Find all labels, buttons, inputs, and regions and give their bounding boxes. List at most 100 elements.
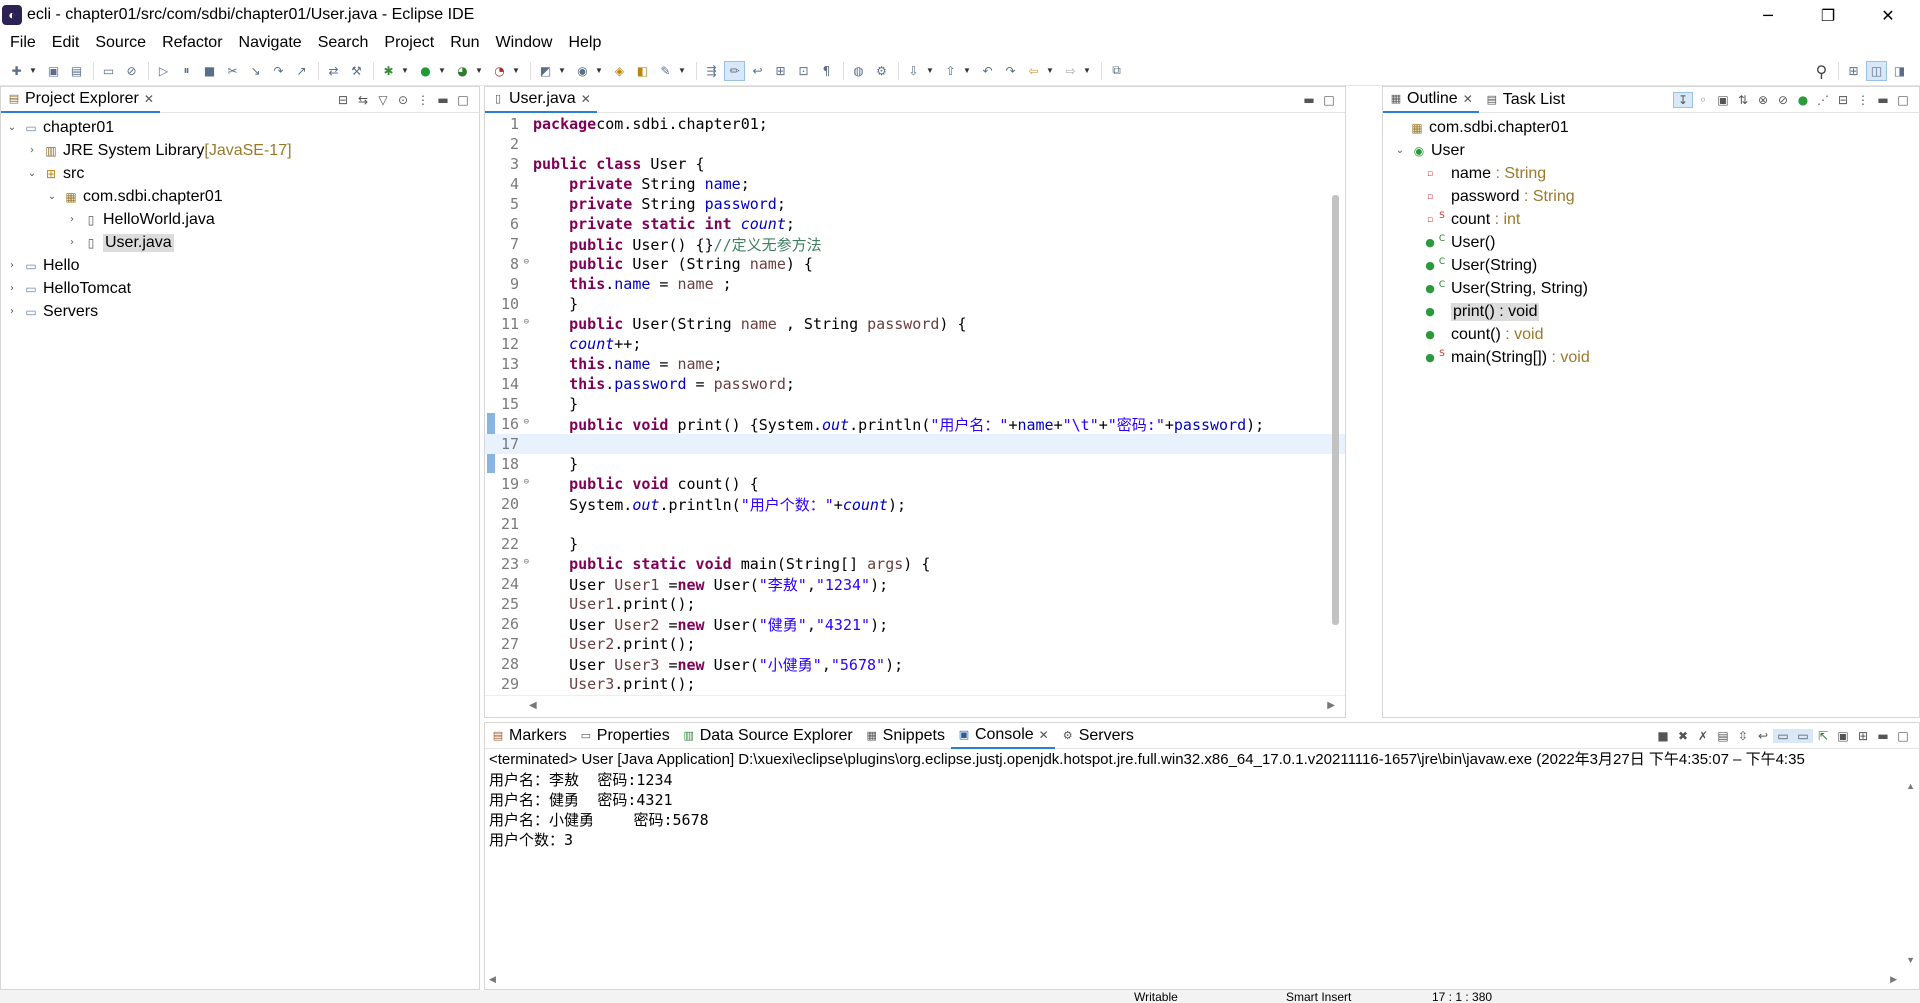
- remove-all-icon[interactable]: ✗: [1693, 729, 1713, 743]
- view-menu-icon[interactable]: ⋮: [1853, 93, 1873, 107]
- chevron-right-icon[interactable]: ›: [65, 237, 79, 248]
- show-on-stderr-icon[interactable]: ▭: [1793, 729, 1813, 743]
- scroll-right-icon[interactable]: ▶: [1327, 700, 1335, 711]
- view-menu-icon[interactable]: ⋮: [413, 93, 433, 107]
- code-line[interactable]: 9 this.name = name ;: [485, 274, 1345, 294]
- code-line[interactable]: 27 User2.print();: [485, 634, 1345, 654]
- outline-package[interactable]: ▦ com.sdbi.chapter01: [1383, 116, 1919, 139]
- java-ee-perspective-icon[interactable]: ◫: [1866, 61, 1887, 81]
- minimize-view-icon[interactable]: ▬: [1299, 93, 1319, 107]
- horizontal-scrollbar[interactable]: ◀ ▶: [485, 695, 1345, 717]
- debug-icon[interactable]: ✱: [378, 61, 399, 81]
- outline-member[interactable]: ● C User(String): [1383, 254, 1919, 277]
- new-icon[interactable]: ✚: [6, 61, 27, 81]
- close-icon[interactable]: ✕: [581, 92, 591, 106]
- server-icon[interactable]: ⚙: [871, 61, 892, 81]
- outline-member[interactable]: ▫ name : String: [1383, 162, 1919, 185]
- menu-refactor[interactable]: Refactor: [154, 30, 230, 56]
- tree-item[interactable]: › ▭ HelloTomcat: [1, 277, 479, 300]
- menu-file[interactable]: File: [2, 30, 44, 56]
- menu-navigate[interactable]: Navigate: [231, 30, 310, 56]
- code-line[interactable]: 4 private String name;: [485, 174, 1345, 194]
- code-line[interactable]: 19 ⊖ public void count() {: [485, 474, 1345, 494]
- tree-item[interactable]: ⌄ ▭ chapter01: [1, 116, 479, 139]
- maximize-view-icon[interactable]: □: [1319, 93, 1339, 107]
- tree-item[interactable]: ⌄ ⊞ src: [1, 162, 479, 185]
- web-browser-icon[interactable]: ◍: [848, 61, 869, 81]
- tree-item[interactable]: › ▥ JRE System Library [JavaSE-17]: [1, 139, 479, 162]
- refresh-icon[interactable]: ⇄: [323, 61, 344, 81]
- collapse-all-icon[interactable]: ⊟: [333, 93, 353, 107]
- filter-icon[interactable]: ⊘: [1773, 93, 1793, 107]
- open-task-icon[interactable]: ◧: [632, 61, 653, 81]
- fold-icon[interactable]: ⊖: [524, 317, 529, 327]
- outline-member[interactable]: ● C User(String, String): [1383, 277, 1919, 300]
- tab-project-explorer[interactable]: ▤ Project Explorer ✕: [1, 87, 160, 113]
- pilcrow-icon[interactable]: ¶: [816, 61, 837, 81]
- fold-icon[interactable]: ⊖: [524, 257, 529, 267]
- scroll-down-icon[interactable]: ▼: [1906, 955, 1915, 965]
- maximize-button[interactable]: ❐: [1800, 0, 1856, 30]
- filter-icon[interactable]: ▽: [373, 93, 393, 107]
- scroll-left-icon[interactable]: ◀: [489, 974, 496, 985]
- menu-edit[interactable]: Edit: [44, 30, 88, 56]
- word-wrap-icon[interactable]: ↩: [1753, 729, 1773, 743]
- open-perspective-icon[interactable]: ⊞: [1843, 61, 1864, 81]
- tree-item[interactable]: › ▯ HelloWorld.java: [1, 208, 479, 231]
- new-console-icon[interactable]: ⊞: [1853, 729, 1873, 743]
- scroll-up-icon[interactable]: ▲: [1906, 781, 1915, 791]
- outline-class[interactable]: ⌄ ◉ User: [1383, 139, 1919, 162]
- outline-member[interactable]: ● C User(): [1383, 231, 1919, 254]
- chevron-down-icon[interactable]: ⌄: [5, 122, 19, 133]
- word-wrap-icon[interactable]: ↩: [747, 61, 768, 81]
- java-perspective-icon[interactable]: ◨: [1889, 61, 1910, 81]
- minimize-button[interactable]: ─: [1740, 0, 1796, 30]
- code-line[interactable]: 1 packagecom.sdbi.chapter01;: [485, 114, 1345, 134]
- toggle-breadcrumb-icon[interactable]: ⇶: [701, 61, 722, 81]
- vertical-scrollbar[interactable]: [1332, 195, 1339, 625]
- code-line[interactable]: 17: [485, 434, 1345, 454]
- forward-dropdown-icon[interactable]: ▼: [1083, 66, 1093, 75]
- remove-launch-icon[interactable]: ✖: [1673, 729, 1693, 743]
- pin-console-icon[interactable]: ⇱: [1813, 729, 1833, 743]
- outline-member[interactable]: ● count() : void: [1383, 323, 1919, 346]
- resume-icon[interactable]: ▷: [153, 61, 174, 81]
- skip-breakpoints-icon[interactable]: ⊘: [121, 61, 142, 81]
- prev-annotation-dropdown-icon[interactable]: ▼: [963, 66, 973, 75]
- maximize-view-icon[interactable]: □: [1893, 729, 1913, 743]
- collapse-icon[interactable]: ⊟: [1833, 93, 1853, 107]
- show-whitespace-icon[interactable]: ⊡: [793, 61, 814, 81]
- search-icon[interactable]: ⚲: [1811, 61, 1832, 81]
- chevron-down-icon[interactable]: ⌄: [45, 191, 59, 202]
- chevron-right-icon[interactable]: ›: [5, 260, 19, 271]
- tab-servers[interactable]: ⚙ Servers: [1055, 723, 1140, 749]
- chevron-right-icon[interactable]: ›: [65, 214, 79, 225]
- close-icon[interactable]: ✕: [1039, 728, 1049, 742]
- build-icon[interactable]: ⚒: [346, 61, 367, 81]
- forward-icon[interactable]: ⇨: [1060, 61, 1081, 81]
- chevron-down-icon[interactable]: ⌄: [1393, 145, 1407, 156]
- close-window-button[interactable]: ✕: [1860, 0, 1916, 30]
- code-line[interactable]: 21: [485, 514, 1345, 534]
- save-all-icon[interactable]: ▤: [66, 61, 87, 81]
- menu-run[interactable]: Run: [442, 30, 487, 56]
- tab-markers[interactable]: ▤ Markers: [485, 723, 573, 749]
- run-dropdown-icon[interactable]: ▼: [438, 66, 448, 75]
- menu-search[interactable]: Search: [310, 30, 377, 56]
- outline-member[interactable]: ● Smain(String[]) : void: [1383, 346, 1919, 369]
- close-icon[interactable]: ✕: [144, 92, 154, 106]
- minimize-view-icon[interactable]: ▬: [1873, 729, 1893, 743]
- fold-icon[interactable]: ⊖: [524, 417, 529, 427]
- code-line[interactable]: 26 User User2 =new User("健勇","4321");: [485, 614, 1345, 634]
- tab-data-source-explorer[interactable]: ▥ Data Source Explorer: [676, 723, 859, 749]
- display-console-icon[interactable]: ▣: [1833, 729, 1853, 743]
- tab-outline[interactable]: ▦ Outline ✕: [1383, 87, 1479, 113]
- last-edit-icon[interactable]: ↶: [977, 61, 998, 81]
- code-line[interactable]: 28 User User3 =new User("小健勇","5678");: [485, 654, 1345, 674]
- scroll-left-icon[interactable]: ◀: [529, 700, 537, 711]
- chevron-right-icon[interactable]: ›: [5, 283, 19, 294]
- tree-item[interactable]: › ▭ Servers: [1, 300, 479, 323]
- public-only-icon[interactable]: ●: [1793, 93, 1813, 107]
- clear-console-icon[interactable]: ▤: [1713, 729, 1733, 743]
- outline-member[interactable]: ▫ Scount : int: [1383, 208, 1919, 231]
